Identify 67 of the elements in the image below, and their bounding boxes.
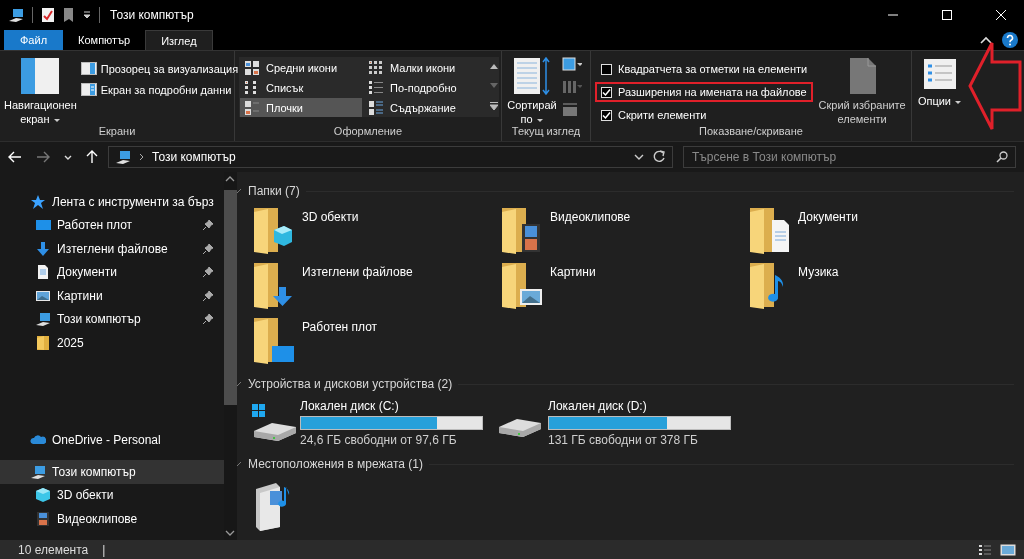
layout-option[interactable]: По-подробно — [364, 78, 486, 97]
checkbox-label: Квадратчета за отметки на елементи — [618, 63, 808, 75]
nav-item[interactable]: Този компютър — [0, 307, 224, 331]
folder-label[interactable]: Картини — [550, 261, 596, 279]
checkbox-label: Скрити елементи — [618, 109, 707, 121]
free-space-text: 24,6 ГБ свободни от 97,6 ГБ — [300, 433, 458, 447]
ribbon-tab[interactable]: Изглед — [145, 30, 213, 50]
nav-item-label: Работен плот — [57, 218, 134, 233]
folder-label[interactable]: Видеоклипове — [550, 206, 631, 224]
search-field[interactable]: Търсене в Този компютър — [683, 146, 1016, 168]
ribbon-large-button[interactable]: Опции — [916, 55, 964, 141]
drive-label[interactable]: Локален диск (C:) — [300, 399, 483, 413]
free-space-text: 131 ГБ свободни от 378 ГБ — [548, 433, 699, 447]
checkbox-option[interactable]: Разширения на имената на файлове — [595, 82, 814, 102]
nav-item-label: Документи — [57, 265, 118, 280]
ribbon-group-title: Екрани — [97, 124, 137, 139]
folder-label[interactable]: Изтеглени файлове — [302, 261, 413, 279]
section-header[interactable]: Папки (7) — [248, 184, 300, 198]
ribbon-large-button[interactable]: Сортирай по — [506, 55, 558, 123]
window-title: Този компютър — [110, 8, 194, 22]
nav-item-label: 2025 — [57, 335, 85, 350]
checkbox-label: Разширения на имената на файлове — [618, 86, 807, 98]
nav-item[interactable]: OneDrive - Personal — [0, 428, 224, 452]
item-count: 10 елемента — [18, 542, 89, 557]
pane-button[interactable]: Екран за подробни данни — [80, 82, 239, 97]
layout-option[interactable]: Малки икони — [364, 58, 486, 77]
checkbox-option[interactable]: Скрити елементи — [595, 105, 814, 125]
nav-item-label: Видеоклипове — [57, 511, 139, 526]
layout-option[interactable]: Плочки — [240, 98, 362, 117]
nav-item-label: 3D обекти — [57, 488, 115, 503]
ribbon-tab[interactable]: Компютър — [63, 30, 146, 50]
nav-item[interactable]: Картини — [0, 284, 224, 308]
nav-item[interactable]: Работен плот — [0, 213, 224, 237]
section-header[interactable]: Местоположения в мрежата (1) — [248, 457, 423, 471]
drive-label[interactable]: Локален диск (D:) — [548, 399, 731, 413]
status-separator: | — [102, 542, 106, 557]
folder-label[interactable]: 3D обекти — [302, 206, 359, 224]
ribbon-group-title: Текущ изглед — [510, 124, 582, 139]
folder-label[interactable]: Документи — [798, 206, 858, 224]
ribbon-large-button[interactable]: Скрий избраните елементи — [817, 55, 907, 123]
ribbon-large-button[interactable]: Навигационен екран — [4, 55, 77, 123]
nav-item-label: Този компютър — [57, 312, 142, 327]
checkbox-option[interactable]: Квадратчета за отметки на елементи — [595, 59, 814, 79]
nav-item-label: Картини — [57, 288, 104, 303]
nav-item[interactable]: 3D обекти — [0, 483, 224, 507]
nav-item-label: Лента с инструменти за бърз — [52, 194, 214, 209]
nav-item[interactable]: Изтеглени файлове — [0, 237, 224, 261]
nav-item-label: Този компютър — [52, 464, 137, 479]
nav-item[interactable]: Лента с инструменти за бърз — [0, 190, 224, 214]
nav-item[interactable]: Видеоклипове — [0, 507, 224, 531]
folder-label[interactable]: Музика — [798, 261, 839, 279]
nav-item-label: OneDrive - Personal — [52, 433, 162, 448]
layout-option[interactable]: Средни икони — [240, 58, 362, 77]
address-bar[interactable]: Този компютър — [108, 146, 673, 168]
file-menu-tab[interactable]: Файл — [4, 30, 64, 50]
folder-label[interactable]: Работен плот — [302, 316, 378, 334]
layout-option[interactable]: Списък — [240, 78, 362, 97]
nav-item[interactable]: Документи — [0, 260, 224, 284]
nav-item[interactable]: 2025 — [0, 331, 224, 355]
pane-button[interactable]: Прозорец за визуализация — [80, 61, 239, 76]
nav-item-label: Изтеглени файлове — [57, 241, 169, 256]
section-header[interactable]: Устройства и дискови устройства (2) — [248, 377, 453, 391]
nav-item[interactable]: Този компютър — [0, 460, 224, 484]
layout-option[interactable]: Съдържание — [364, 98, 486, 117]
ribbon-group-title: Показване/скриване — [698, 124, 804, 139]
ribbon-group-title: Оформление — [332, 124, 404, 139]
breadcrumb-item[interactable]: Този компютър — [152, 150, 236, 164]
